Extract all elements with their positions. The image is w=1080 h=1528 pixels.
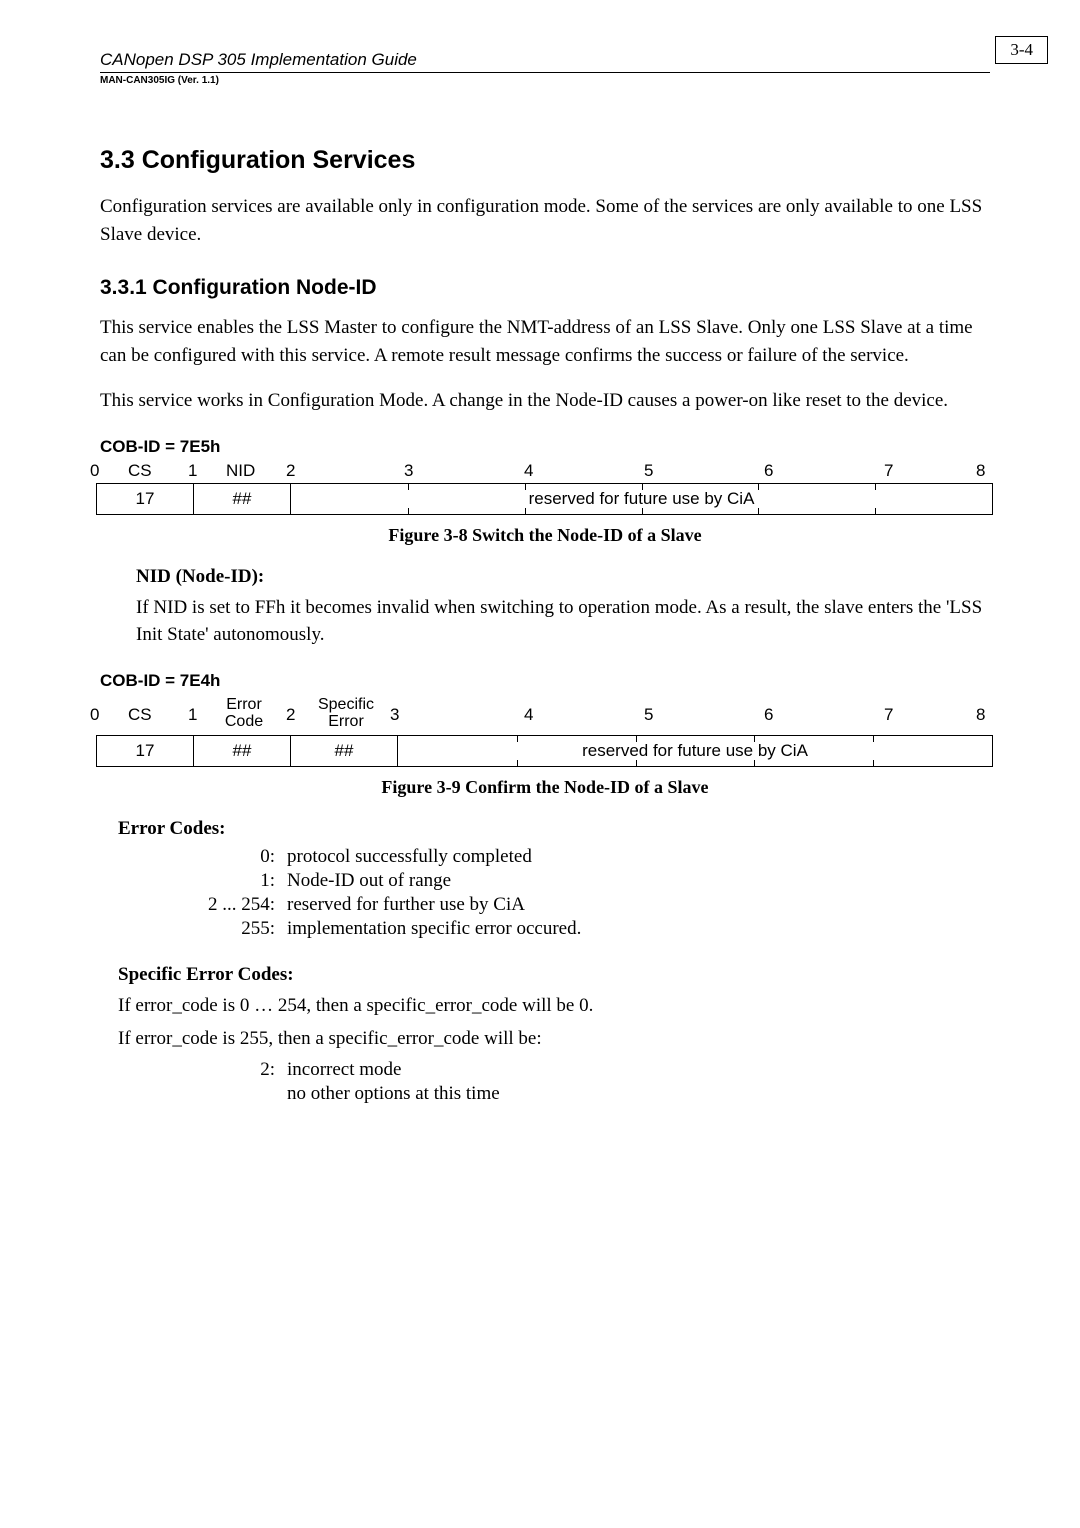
cob1-cell-nid: ## bbox=[194, 484, 291, 514]
ec-item-1: 1:Node-ID out of range bbox=[180, 870, 990, 892]
section-3-3-title: 3.3 Configuration Services bbox=[100, 146, 990, 175]
sp-item-1: no other options at this time bbox=[180, 1083, 990, 1105]
specific-error-label: Specific Error Codes: bbox=[118, 964, 990, 986]
cob1-h-cs: CS bbox=[128, 461, 152, 481]
cob1-reserved-label: reserved for future use by CiA bbox=[529, 489, 755, 509]
cob1-label: COB-ID = 7E5h bbox=[100, 437, 990, 457]
specific-p1: If error_code is 0 … 254, then a specifi… bbox=[118, 992, 990, 1020]
cob1-h-0: 0 bbox=[90, 461, 99, 481]
cob2-table: 0 CS 1 Error Code 2 Specific Error 3 4 5… bbox=[90, 695, 990, 767]
cob2-h0: 0 bbox=[90, 705, 99, 725]
cob2-cell-cs: 17 bbox=[97, 736, 194, 766]
cob2-h-error: Error Code bbox=[214, 697, 274, 731]
cob1-h-8: 8 bbox=[976, 461, 985, 481]
nid-text: If NID is set to FFh it becomes invalid … bbox=[136, 594, 990, 649]
cob2-cell-sp: ## bbox=[291, 736, 398, 766]
cob2-h4: 4 bbox=[524, 705, 533, 725]
cob1-cell-reserved: reserved for future use by CiA bbox=[291, 484, 992, 514]
cob1-cell-cs: 17 bbox=[97, 484, 194, 514]
doc-title: CANopen DSP 305 Implementation Guide bbox=[100, 50, 417, 70]
cob1-h-nid: NID bbox=[226, 461, 255, 481]
section-3-3-p1: Configuration services are available onl… bbox=[100, 193, 990, 248]
cob2-cell-reserved: reserved for future use by CiA bbox=[398, 736, 992, 766]
ec-item-0: 0:protocol successfully completed bbox=[180, 846, 990, 868]
specific-p2: If error_code is 255, then a specific_er… bbox=[118, 1025, 990, 1053]
page-number: 3-4 bbox=[995, 36, 1048, 64]
cob2-h2: 2 bbox=[286, 705, 295, 725]
cob2-caption: Figure 3-9 Confirm the Node-ID of a Slav… bbox=[100, 777, 990, 798]
nid-label: NID (Node-ID): bbox=[136, 566, 990, 588]
cob2-h8: 8 bbox=[976, 705, 985, 725]
error-codes-list: 0:protocol successfully completed 1:Node… bbox=[180, 846, 990, 940]
cob2-label: COB-ID = 7E4h bbox=[100, 671, 990, 691]
cob2-h7: 7 bbox=[884, 705, 893, 725]
doc-sub: MAN-CAN305IG (Ver. 1.1) bbox=[100, 75, 990, 86]
cob2-h5: 5 bbox=[644, 705, 653, 725]
cob2-h-specific: Specific Error bbox=[308, 697, 384, 731]
cob1-h-5: 5 bbox=[644, 461, 653, 481]
cob1-caption: Figure 3-8 Switch the Node-ID of a Slave bbox=[100, 525, 990, 546]
cob1-h-2: 2 bbox=[286, 461, 295, 481]
cob1-h-7: 7 bbox=[884, 461, 893, 481]
cob2-reserved-label: reserved for future use by CiA bbox=[582, 741, 808, 761]
error-codes-label: Error Codes: bbox=[118, 818, 990, 840]
ec-item-3: 255:implementation specific error occure… bbox=[180, 918, 990, 940]
section-3-3-1-p2: This service works in Configuration Mode… bbox=[100, 387, 990, 415]
section-3-3-1-title: 3.3.1 Configuration Node-ID bbox=[100, 276, 990, 300]
section-3-3-1-p1: This service enables the LSS Master to c… bbox=[100, 314, 990, 369]
cob2-cell-err: ## bbox=[194, 736, 291, 766]
sp-item-0: 2:incorrect mode bbox=[180, 1059, 990, 1081]
cob1-h-3: 3 bbox=[404, 461, 413, 481]
cob1-table: 0 CS 1 NID 2 3 4 5 6 7 8 17 ## reserved … bbox=[90, 461, 990, 515]
cob2-h6: 6 bbox=[764, 705, 773, 725]
ec-item-2: 2 ... 254:reserved for further use by Ci… bbox=[180, 894, 990, 916]
cob2-h1: 1 bbox=[188, 705, 197, 725]
cob2-h3: 3 bbox=[390, 705, 399, 725]
cob1-h-1: 1 bbox=[188, 461, 197, 481]
cob2-h-cs: CS bbox=[128, 705, 152, 725]
specific-list: 2:incorrect mode no other options at thi… bbox=[180, 1059, 990, 1105]
cob1-h-4: 4 bbox=[524, 461, 533, 481]
cob1-h-6: 6 bbox=[764, 461, 773, 481]
